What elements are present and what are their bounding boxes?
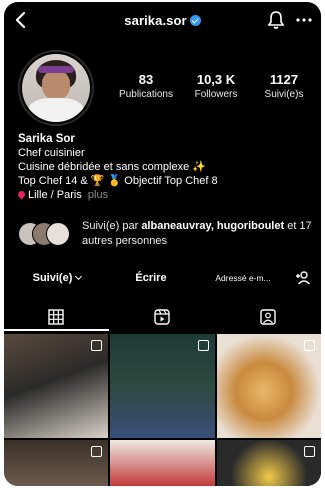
- add-user-icon[interactable]: [295, 270, 311, 286]
- mutual-followers-text[interactable]: Suivi(e) par albaneauvray, hugoriboulet …: [82, 219, 312, 249]
- follow-button-label: Suivi(e): [32, 272, 73, 284]
- username-text: sarika.sor: [124, 13, 187, 28]
- more-horizontal-icon[interactable]: [295, 10, 313, 30]
- tab-tagged[interactable]: [216, 306, 321, 332]
- posts-grid: [4, 334, 321, 486]
- post-thumbnail[interactable]: [217, 334, 321, 438]
- stat-value: 10,3 K: [196, 72, 236, 87]
- stat-label: Suivi(e)s: [264, 89, 304, 100]
- stat-followers[interactable]: 10,3 K Followers: [184, 72, 248, 100]
- follow-button[interactable]: Suivi(e): [16, 265, 98, 291]
- chevron-down-icon: [75, 272, 83, 281]
- bio-location-row: Lille / Paris plus: [16, 188, 108, 202]
- grid-icon: [48, 309, 64, 325]
- location-pin-icon: [16, 189, 27, 200]
- multi-photo-icon: [91, 446, 102, 457]
- verified-badge-icon: [189, 15, 201, 26]
- stat-publications[interactable]: 83 Publications: [114, 72, 178, 100]
- profile-name: Sarika Sor: [18, 133, 75, 145]
- profile-screen: sarika.sor 83 Publications 10,3 K Follow…: [4, 2, 321, 486]
- multi-photo-icon: [198, 340, 209, 351]
- message-button-label: Écrire: [135, 272, 167, 284]
- mutual-avatar: [46, 222, 70, 246]
- post-thumbnail[interactable]: [217, 440, 321, 486]
- top-bar: sarika.sor: [4, 2, 321, 40]
- post-thumbnail[interactable]: [110, 334, 215, 438]
- tagged-icon: [260, 309, 276, 325]
- email-button-label: Adressé e-m...: [215, 273, 271, 283]
- active-tab-indicator: [4, 329, 109, 331]
- bio-line-1: Cuisine débridée et sans complexe ✨: [18, 161, 206, 173]
- avatar[interactable]: [22, 54, 90, 122]
- email-button[interactable]: Adressé e-m...: [202, 265, 284, 291]
- mutual-prefix: Suivi(e) par: [82, 220, 139, 232]
- multi-photo-icon: [304, 340, 315, 351]
- mutual-followers-avatars[interactable]: [18, 222, 78, 246]
- stat-label: Followers: [194, 89, 238, 100]
- bio-location: Lille / Paris: [28, 189, 82, 201]
- reels-icon: [154, 309, 170, 325]
- stat-value: 83: [138, 72, 154, 87]
- bell-icon[interactable]: [267, 10, 285, 30]
- post-thumbnail[interactable]: [4, 334, 108, 438]
- stat-value: 1127: [269, 72, 299, 87]
- mutual-names: albaneauvray, hugoriboulet: [141, 220, 285, 232]
- multi-photo-icon: [304, 446, 315, 457]
- tab-reels[interactable]: [110, 306, 215, 332]
- bio-more-link[interactable]: plus: [88, 189, 108, 201]
- stat-following[interactable]: 1127 Suivi(e)s: [252, 72, 316, 100]
- message-button[interactable]: Écrire: [110, 265, 192, 291]
- post-thumbnail[interactable]: [110, 440, 215, 486]
- stat-label: Publications: [119, 89, 173, 100]
- post-thumbnail[interactable]: [4, 440, 108, 486]
- multi-photo-icon: [91, 340, 102, 351]
- profile-category: Chef cuisinier: [18, 147, 85, 159]
- bio-line-2: Top Chef 14 & 🏆 🥇 Objectif Top Chef 8: [18, 175, 218, 187]
